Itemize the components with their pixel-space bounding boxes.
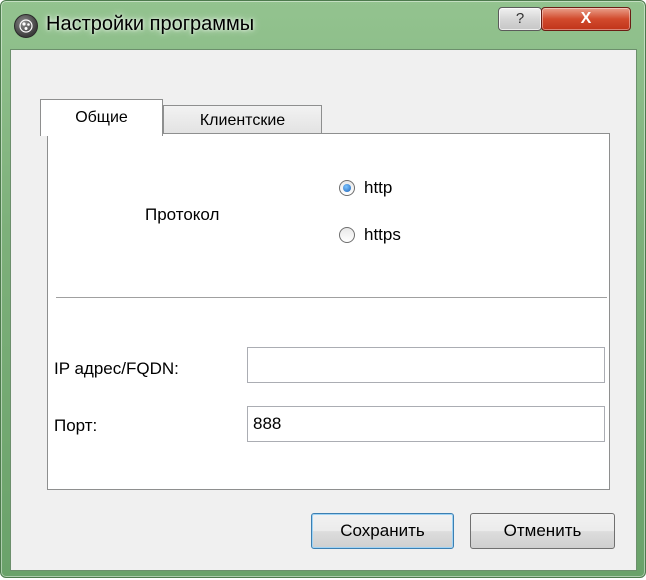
ip-input[interactable] — [247, 347, 605, 383]
radio-https[interactable]: https — [339, 225, 401, 245]
section-divider — [56, 297, 607, 299]
close-button[interactable]: X — [541, 7, 631, 31]
protocol-label: Протокол — [145, 205, 220, 224]
radio-http[interactable]: http — [339, 178, 392, 198]
tab-panel-general: Протокол http https IP адрес/FQDN: Порт: — [47, 133, 610, 490]
window-title: Настройки программы — [46, 13, 255, 35]
radio-unchecked-icon[interactable] — [339, 227, 355, 243]
help-icon: ? — [515, 10, 525, 27]
dialog-window: Настройки программы ? X Общие Клиентские… — [0, 0, 646, 578]
radio-http-label: http — [364, 178, 393, 197]
ip-label: IP адрес/FQDN: — [54, 359, 179, 378]
close-icon: X — [580, 10, 592, 27]
help-button[interactable]: ? — [498, 7, 542, 31]
tab-general[interactable]: Общие — [40, 99, 163, 136]
radio-checked-icon[interactable] — [339, 180, 355, 196]
port-label: Порт: — [54, 416, 98, 435]
port-input[interactable] — [247, 406, 605, 442]
title-bar[interactable]: Настройки программы ? X — [1, 1, 645, 47]
tab-label: Общие — [75, 109, 128, 126]
cancel-button[interactable]: Отменить — [470, 513, 615, 549]
radio-https-label: https — [364, 225, 401, 244]
tab-clients[interactable]: Клиентские — [163, 105, 322, 136]
tab-label: Клиентские — [199, 112, 286, 129]
save-button[interactable]: Сохранить — [311, 513, 454, 549]
app-globe-icon[interactable] — [14, 14, 38, 38]
